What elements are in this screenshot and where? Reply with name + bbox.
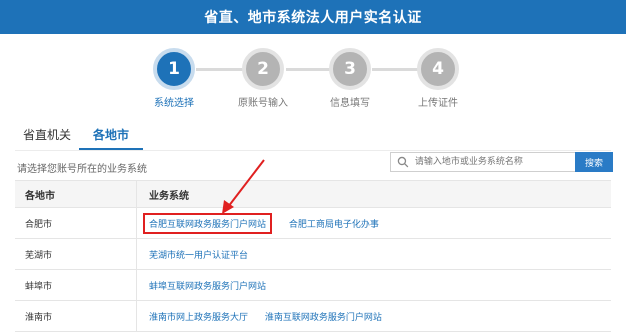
city-cell: 合肥市 [15,207,137,239]
system-link[interactable]: 淮南市网上政务服务大厅 [149,310,248,323]
city-cell: 蚌埠市 [15,269,137,301]
step-1-label: 系统选择 [154,98,194,109]
tab-bar: 省直机关 各地市 [15,122,143,150]
step-1-circle: 1 [153,48,195,90]
tab-cities[interactable]: 各地市 [79,122,143,150]
table-row: 合肥市 合肥互联网政务服务门户网站 合肥工商局电子化办事 [15,207,611,239]
table-row: 芜湖市 芜湖市统一用户认证平台 [15,238,611,270]
step-3-label: 信息填写 [330,98,370,109]
column-header-city: 各地市 [15,180,137,208]
systems-cell: 芜湖市统一用户认证平台 [136,238,611,270]
system-link[interactable]: 合肥互联网政务服务门户网站 [143,212,273,234]
step-progress: 1 系统选择 2 原账号输入 3 信息填写 4 上传证件 [0,48,626,109]
city-cell: 芜湖市 [15,238,137,270]
tab-divider [15,150,611,151]
instruction-text: 请选择您账号所在的业务系统 [17,164,147,175]
system-link[interactable]: 蚌埠互联网政务服务门户网站 [149,279,266,292]
step-3: 3 信息填写 [310,48,390,109]
step-3-circle: 3 [329,48,371,90]
table-row: 蚌埠市 蚌埠互联网政务服务门户网站 [15,269,611,301]
search-input[interactable] [412,156,575,168]
step-2-label: 原账号输入 [238,98,288,109]
step-4-circle: 4 [417,48,459,90]
search-icon [397,156,409,168]
system-link[interactable]: 淮南互联网政务服务门户网站 [265,310,382,323]
search-button[interactable]: 搜索 [575,152,613,172]
systems-cell: 合肥互联网政务服务门户网站 合肥工商局电子化办事 [136,207,611,239]
system-link[interactable]: 芜湖市统一用户认证平台 [149,248,248,261]
step-4: 4 上传证件 [398,48,478,109]
city-system-table: 各地市 业务系统 合肥市 合肥互联网政务服务门户网站 合肥工商局电子化办事 芜湖… [15,180,611,332]
tab-provincial[interactable]: 省直机关 [15,122,79,150]
page-title: 省直、地市系统法人用户实名认证 [0,0,626,34]
table-header-row: 各地市 业务系统 [15,180,611,208]
systems-cell: 蚌埠互联网政务服务门户网站 [136,269,611,301]
step-2: 2 原账号输入 [223,48,303,109]
step-4-label: 上传证件 [418,98,458,109]
column-header-system: 业务系统 [136,180,611,208]
system-link[interactable]: 合肥工商局电子化办事 [289,217,379,230]
search-box[interactable] [390,152,576,172]
step-1: 1 系统选择 [134,48,214,109]
step-2-circle: 2 [242,48,284,90]
